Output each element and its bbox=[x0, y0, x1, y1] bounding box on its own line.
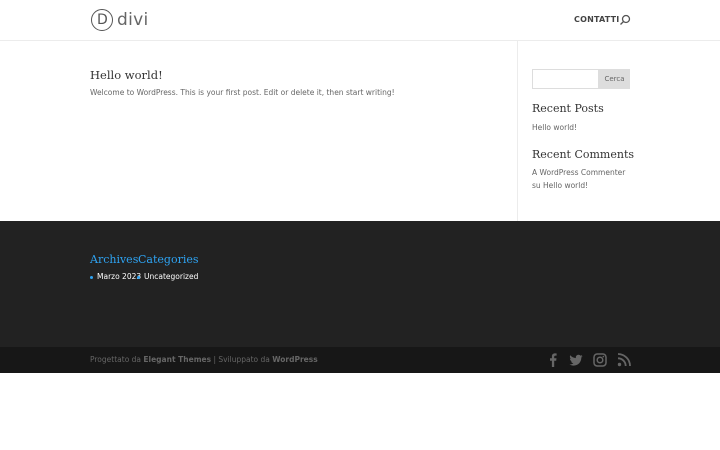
archive-link[interactable]: Marzo 2023 bbox=[97, 272, 141, 281]
logo-text: divi bbox=[117, 10, 149, 30]
twitter-icon[interactable] bbox=[569, 353, 583, 367]
site-logo[interactable]: D divi bbox=[91, 9, 149, 31]
credits-prefix: Progettato da bbox=[90, 355, 144, 364]
search-input[interactable] bbox=[532, 69, 599, 89]
logo-letter: D bbox=[97, 12, 108, 28]
site-header: D divi CONTATTI bbox=[0, 0, 720, 41]
credits-wordpress-link[interactable]: WordPress bbox=[272, 355, 317, 364]
list-bullet bbox=[90, 276, 93, 279]
category-link[interactable]: Uncategorized bbox=[144, 272, 198, 281]
comment-post-link[interactable]: su Hello world! bbox=[532, 181, 588, 190]
recent-post-link[interactable]: Hello world! bbox=[532, 123, 577, 132]
sidebar-search: Cerca bbox=[532, 69, 630, 89]
credits-mid: | Sviluppato da bbox=[211, 355, 273, 364]
nav-item-contatti[interactable]: CONTATTI bbox=[574, 15, 619, 24]
search-icon[interactable] bbox=[619, 14, 631, 26]
post-excerpt: Welcome to WordPress. This is your first… bbox=[90, 88, 395, 97]
comment-author-link[interactable]: A WordPress Commenter bbox=[532, 168, 625, 177]
footer-bottom-bar: Progettato da Elegant Themes | Sviluppat… bbox=[0, 347, 720, 373]
post-title[interactable]: Hello world! bbox=[90, 68, 163, 82]
credits-theme-link[interactable]: Elegant Themes bbox=[143, 355, 211, 364]
search-button[interactable]: Cerca bbox=[599, 69, 630, 89]
recent-posts-title: Recent Posts bbox=[532, 102, 604, 115]
logo-mark: D bbox=[91, 9, 113, 31]
facebook-icon[interactable] bbox=[546, 353, 560, 367]
instagram-icon[interactable] bbox=[593, 353, 607, 367]
archives-title: Archives bbox=[90, 253, 139, 266]
footer-widgets: Archives Categories Marzo 2023 Uncategor… bbox=[0, 221, 720, 347]
recent-comments-title: Recent Comments bbox=[532, 148, 635, 161]
categories-title: Categories bbox=[138, 253, 199, 266]
list-bullet bbox=[137, 276, 140, 279]
rss-icon[interactable] bbox=[617, 353, 631, 367]
footer-credits: Progettato da Elegant Themes | Sviluppat… bbox=[90, 355, 318, 364]
sidebar-divider bbox=[517, 41, 518, 221]
main-content: Hello world! Welcome to WordPress. This … bbox=[0, 41, 720, 221]
